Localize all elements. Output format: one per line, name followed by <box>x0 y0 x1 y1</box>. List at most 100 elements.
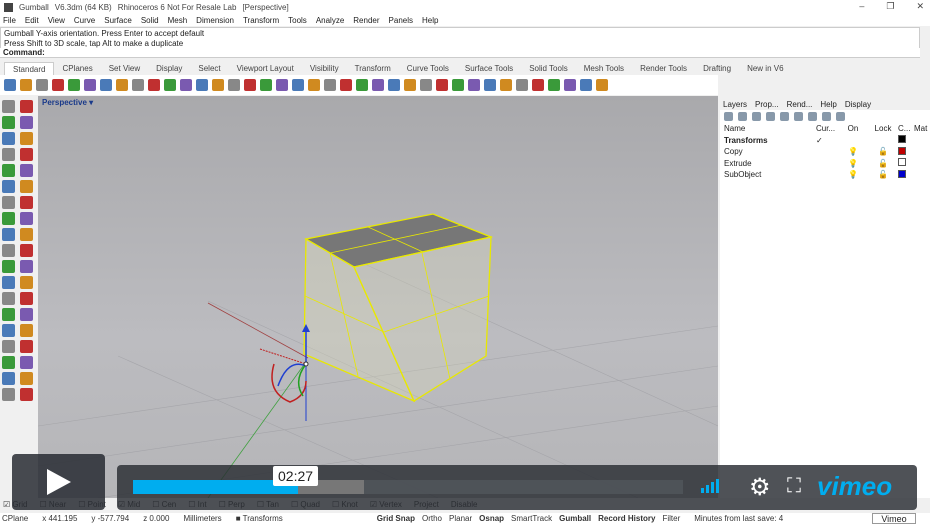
left-tool-icon[interactable] <box>20 100 33 113</box>
toolbar-tool-icon[interactable] <box>580 79 592 91</box>
new-layer-icon[interactable] <box>724 112 733 121</box>
toolbar-tool-icon[interactable] <box>532 79 544 91</box>
toolbar-tool-icon[interactable] <box>356 79 368 91</box>
tab-display[interactable]: Display <box>148 62 190 75</box>
toolbar-tool-icon[interactable] <box>4 79 16 91</box>
toolbar-tool-icon[interactable] <box>68 79 80 91</box>
tab-mesh-tools[interactable]: Mesh Tools <box>576 62 632 75</box>
layer-row[interactable]: Extrude 💡 🔓 <box>720 158 930 170</box>
units[interactable]: Millimeters <box>183 514 221 523</box>
layer-on-icon[interactable]: 💡 <box>838 170 868 179</box>
left-tool-icon[interactable] <box>2 372 15 385</box>
col-lock[interactable]: Lock <box>868 124 898 133</box>
tab-standard[interactable]: Standard <box>4 62 55 75</box>
toolbar-tool-icon[interactable] <box>484 79 496 91</box>
left-tool-icon[interactable] <box>2 164 15 177</box>
toolbar-tool-icon[interactable] <box>372 79 384 91</box>
layer-color[interactable] <box>898 135 914 145</box>
gumball-widget[interactable] <box>259 324 310 421</box>
tab-render-tools[interactable]: Render Tools <box>632 62 695 75</box>
toolbar-tool-icon[interactable] <box>212 79 224 91</box>
toolbar-tool-icon[interactable] <box>516 79 528 91</box>
menu-dimension[interactable]: Dimension <box>196 16 234 25</box>
layer-color[interactable] <box>898 158 914 168</box>
toolbar-tool-icon[interactable] <box>84 79 96 91</box>
panel-tab-rend[interactable]: Rend... <box>787 100 813 109</box>
toolbar-tool-icon[interactable] <box>340 79 352 91</box>
col-material[interactable]: Mat <box>914 124 927 133</box>
new-sublayer-icon[interactable] <box>738 112 747 121</box>
cube[interactable] <box>303 213 494 403</box>
panel-tab-prop[interactable]: Prop... <box>755 100 779 109</box>
toolbar-tool-icon[interactable] <box>564 79 576 91</box>
toolbar-tool-icon[interactable] <box>388 79 400 91</box>
layer-name[interactable]: Extrude <box>720 159 816 168</box>
toolbar-tool-icon[interactable] <box>164 79 176 91</box>
tab-surface-tools[interactable]: Surface Tools <box>457 62 521 75</box>
toolbar-tool-icon[interactable] <box>260 79 272 91</box>
toolbar-tool-icon[interactable] <box>100 79 112 91</box>
tab-new-in-v6[interactable]: New in V6 <box>739 62 791 75</box>
layer-lock-icon[interactable]: 🔓 <box>868 147 898 156</box>
layer-name[interactable]: Transforms <box>720 136 816 145</box>
left-tool-icon[interactable] <box>2 148 15 161</box>
left-tool-icon[interactable] <box>20 260 33 273</box>
layer-color[interactable] <box>898 169 914 180</box>
left-tool-icon[interactable] <box>20 324 33 337</box>
tab-cplanes[interactable]: CPlanes <box>54 62 100 75</box>
left-tool-icon[interactable] <box>2 244 15 257</box>
left-tool-icon[interactable] <box>20 116 33 129</box>
toolbar-tool-icon[interactable] <box>292 79 304 91</box>
left-tool-icon[interactable] <box>2 212 15 225</box>
left-tool-icon[interactable] <box>20 308 33 321</box>
layer-lock-icon[interactable]: 🔓 <box>868 159 898 168</box>
perspective-viewport[interactable]: Perspective ▾ <box>38 96 718 498</box>
play-button[interactable] <box>12 454 105 510</box>
toolbar-tool-icon[interactable] <box>596 79 608 91</box>
tools-icon[interactable] <box>822 112 831 121</box>
cplane-label[interactable]: CPlane <box>2 514 28 523</box>
tab-transform[interactable]: Transform <box>347 62 399 75</box>
toolbar-tool-icon[interactable] <box>132 79 144 91</box>
fullscreen-icon[interactable]: ⛶ <box>787 475 801 498</box>
tab-drafting[interactable]: Drafting <box>695 62 739 75</box>
left-tool-icon[interactable] <box>20 180 33 193</box>
toolbar-tool-icon[interactable] <box>420 79 432 91</box>
minimize-button[interactable]: – <box>859 1 864 12</box>
layer-on-icon[interactable]: 💡 <box>838 147 868 156</box>
layer-name[interactable]: SubObject <box>720 170 816 179</box>
left-tool-icon[interactable] <box>20 148 33 161</box>
progress-bar[interactable]: 02:27 <box>133 466 683 494</box>
toolbar-tool-icon[interactable] <box>452 79 464 91</box>
toolbar-tool-icon[interactable] <box>468 79 480 91</box>
panel-tab-layers[interactable]: Layers <box>723 100 747 109</box>
menu-transform[interactable]: Transform <box>243 16 279 25</box>
layer-row[interactable]: SubObject 💡 🔓 <box>720 169 930 181</box>
filter-icon[interactable] <box>808 112 817 121</box>
menu-analyze[interactable]: Analyze <box>316 16 344 25</box>
menu-solid[interactable]: Solid <box>141 16 159 25</box>
toolbar-tool-icon[interactable] <box>228 79 240 91</box>
left-tool-icon[interactable] <box>20 292 33 305</box>
left-tool-icon[interactable] <box>20 212 33 225</box>
tab-select[interactable]: Select <box>190 62 228 75</box>
menu-view[interactable]: View <box>48 16 65 25</box>
move-down-icon[interactable] <box>780 112 789 121</box>
menu-help[interactable]: Help <box>422 16 438 25</box>
left-tool-icon[interactable] <box>2 180 15 193</box>
left-tool-icon[interactable] <box>2 324 15 337</box>
help-icon[interactable] <box>836 112 845 121</box>
left-tool-icon[interactable] <box>20 196 33 209</box>
status-toggle-smarttrack[interactable]: SmartTrack <box>511 514 552 523</box>
left-tool-icon[interactable] <box>20 356 33 369</box>
vimeo-button[interactable]: Vimeo <box>872 513 916 524</box>
delete-icon[interactable] <box>752 112 761 121</box>
close-button[interactable]: ✕ <box>916 1 924 12</box>
layer-row[interactable]: Copy 💡 🔓 <box>720 146 930 158</box>
status-toggle-osnap[interactable]: Osnap <box>479 514 504 523</box>
left-tool-icon[interactable] <box>2 260 15 273</box>
toolbar-tool-icon[interactable] <box>36 79 48 91</box>
current-layer[interactable]: ■ Transforms <box>236 514 283 523</box>
toolbar-tool-icon[interactable] <box>276 79 288 91</box>
left-tool-icon[interactable] <box>2 100 15 113</box>
